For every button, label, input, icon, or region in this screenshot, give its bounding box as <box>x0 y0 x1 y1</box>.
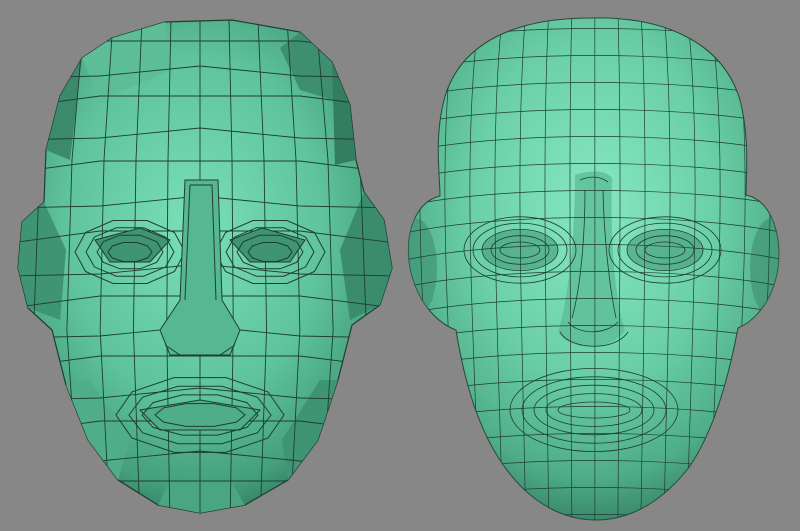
ear-shade <box>408 218 437 318</box>
scene <box>10 10 794 531</box>
subdivided-head[interactable] <box>393 10 794 531</box>
facet-shade <box>332 62 356 165</box>
viewport[interactable] <box>0 0 800 531</box>
low-poly-head[interactable] <box>10 10 395 520</box>
ear-shade <box>750 218 779 318</box>
